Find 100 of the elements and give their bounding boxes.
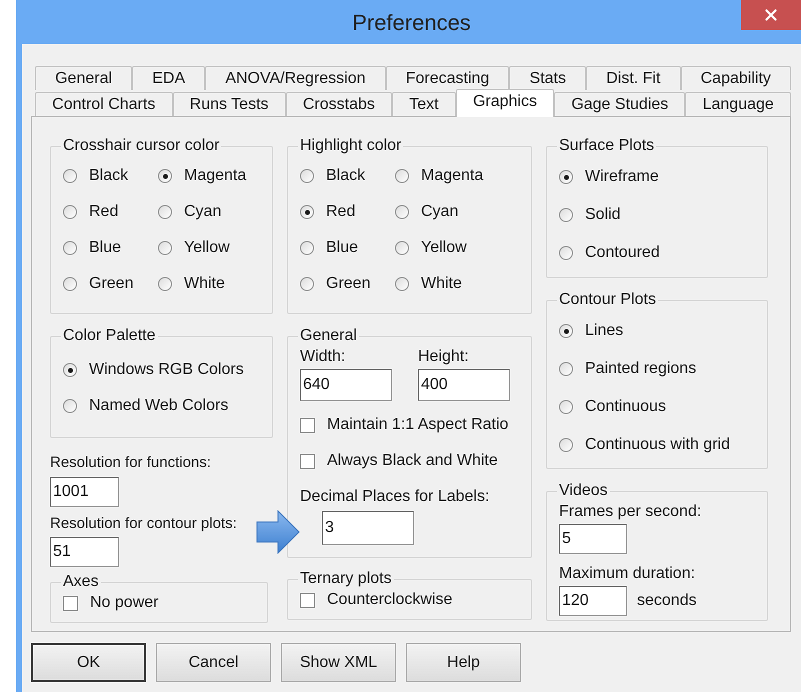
tab[interactable]: Text — [392, 92, 456, 116]
radio-button[interactable] — [559, 400, 573, 414]
radio-label[interactable]: Magenta — [184, 164, 246, 188]
radio-label[interactable]: Blue — [326, 236, 358, 260]
field-label: Resolution for functions: — [50, 453, 212, 473]
radio-button[interactable] — [395, 205, 409, 219]
unit-label: seconds — [637, 591, 697, 611]
group-title: Axes — [62, 573, 100, 591]
checkbox-label[interactable]: Always Black and White — [327, 449, 498, 473]
radio-label[interactable]: Painted regions — [585, 357, 696, 381]
radio-button[interactable] — [63, 277, 77, 291]
radio-label[interactable]: Yellow — [421, 236, 467, 260]
radio-button[interactable] — [395, 169, 409, 183]
input-field[interactable]: 120 — [559, 586, 627, 616]
radio-label[interactable]: Black — [89, 164, 128, 188]
group-title: Crosshair cursor color — [62, 137, 220, 155]
radio-label[interactable]: Cyan — [184, 200, 222, 224]
radio-label[interactable]: Wireframe — [585, 165, 659, 189]
input-field[interactable]: 400 — [418, 369, 510, 401]
tab[interactable]: Graphics — [456, 89, 554, 117]
window-title: Preferences — [351, 8, 472, 36]
checkbox[interactable] — [300, 592, 315, 608]
tab[interactable]: Dist. Fit — [586, 66, 681, 90]
group-title: General — [299, 327, 358, 345]
radio-label[interactable]: Magenta — [421, 164, 484, 188]
radio-button[interactable] — [559, 246, 573, 260]
field-label: Decimal Places for Labels: — [300, 487, 490, 507]
radio-button[interactable] — [395, 241, 409, 255]
input-field[interactable]: 640 — [300, 369, 392, 401]
input-field[interactable]: 3 — [322, 511, 414, 545]
radio-button[interactable] — [63, 399, 77, 413]
checkbox[interactable] — [300, 418, 315, 432]
input-field[interactable]: 1001 — [50, 476, 119, 506]
input-field[interactable]: 5 — [559, 524, 627, 554]
radio-button[interactable] — [395, 277, 409, 291]
radio-button[interactable] — [559, 324, 573, 338]
arrow-icon — [256, 510, 300, 554]
radio-button[interactable] — [63, 363, 77, 377]
radio-button[interactable] — [559, 208, 573, 222]
field-label: Maximum duration: — [559, 564, 696, 584]
radio-label[interactable]: Continuous with grid — [585, 433, 730, 457]
radio-label[interactable]: Green — [326, 272, 370, 296]
dialog-button[interactable]: Help — [406, 643, 521, 682]
radio-label[interactable]: Contoured — [585, 241, 660, 265]
checkbox-label[interactable]: Counterclockwise — [327, 588, 452, 612]
radio-button[interactable] — [158, 277, 172, 291]
field-label: Height: — [418, 347, 470, 367]
radio-button[interactable] — [559, 438, 573, 452]
close-button[interactable] — [741, 0, 801, 30]
checkbox-label[interactable]: No power — [90, 591, 158, 615]
field-label: Width: — [300, 347, 346, 367]
radio-label[interactable]: Cyan — [421, 200, 458, 224]
tab[interactable]: Forecasting — [386, 66, 510, 90]
tab[interactable]: Runs Tests — [172, 92, 286, 116]
group-title: Highlight color — [299, 137, 402, 155]
radio-button[interactable] — [559, 170, 573, 184]
radio-label[interactable]: Red — [326, 200, 356, 224]
tab[interactable]: General — [35, 66, 132, 90]
radio-button[interactable] — [63, 205, 77, 219]
checkbox[interactable] — [63, 596, 78, 610]
radio-label[interactable]: Continuous — [585, 395, 666, 419]
radio-button[interactable] — [158, 205, 172, 219]
tab[interactable]: Language — [685, 92, 791, 116]
radio-button[interactable] — [300, 277, 314, 291]
input-field[interactable]: 51 — [50, 537, 119, 567]
radio-label[interactable]: White — [184, 272, 225, 296]
tab[interactable]: Crosstabs — [286, 92, 392, 116]
dialog-button[interactable]: Show XML — [281, 643, 396, 682]
radio-label[interactable]: Black — [326, 164, 366, 188]
radio-button[interactable] — [158, 169, 172, 183]
dialog-button[interactable]: OK — [31, 643, 146, 682]
radio-label[interactable]: Solid — [585, 203, 621, 227]
radio-label[interactable]: Named Web Colors — [89, 394, 228, 418]
checkbox-label[interactable]: Maintain 1:1 Aspect Ratio — [327, 413, 508, 437]
radio-label[interactable]: Windows RGB Colors — [89, 358, 244, 382]
radio-label[interactable]: Lines — [585, 319, 624, 343]
radio-button[interactable] — [300, 169, 314, 183]
radio-button[interactable] — [63, 169, 77, 183]
radio-label[interactable]: Blue — [89, 236, 122, 260]
radio-button[interactable] — [300, 205, 314, 219]
radio-label[interactable]: White — [421, 272, 462, 296]
tab[interactable]: Stats — [509, 66, 586, 90]
group-title: Contour Plots — [558, 291, 657, 309]
tab[interactable]: Control Charts — [35, 92, 172, 116]
tab[interactable]: Gage Studies — [554, 92, 686, 116]
field-label: Resolution for contour plots: — [50, 514, 238, 534]
dialog-button[interactable]: Cancel — [156, 643, 271, 682]
tab[interactable]: EDA — [132, 66, 206, 90]
radio-label[interactable]: Yellow — [184, 236, 230, 260]
tab[interactable]: Capability — [680, 66, 791, 90]
group-title: Ternary plots — [299, 570, 393, 588]
checkbox[interactable] — [300, 454, 315, 468]
radio-button[interactable] — [300, 241, 314, 255]
radio-button[interactable] — [63, 241, 77, 255]
group-title: Surface Plots — [558, 137, 656, 155]
radio-label[interactable]: Green — [89, 272, 134, 296]
tab[interactable]: ANOVA/Regression — [205, 66, 386, 90]
radio-button[interactable] — [158, 241, 172, 255]
radio-button[interactable] — [559, 362, 573, 376]
radio-label[interactable]: Red — [89, 200, 118, 224]
